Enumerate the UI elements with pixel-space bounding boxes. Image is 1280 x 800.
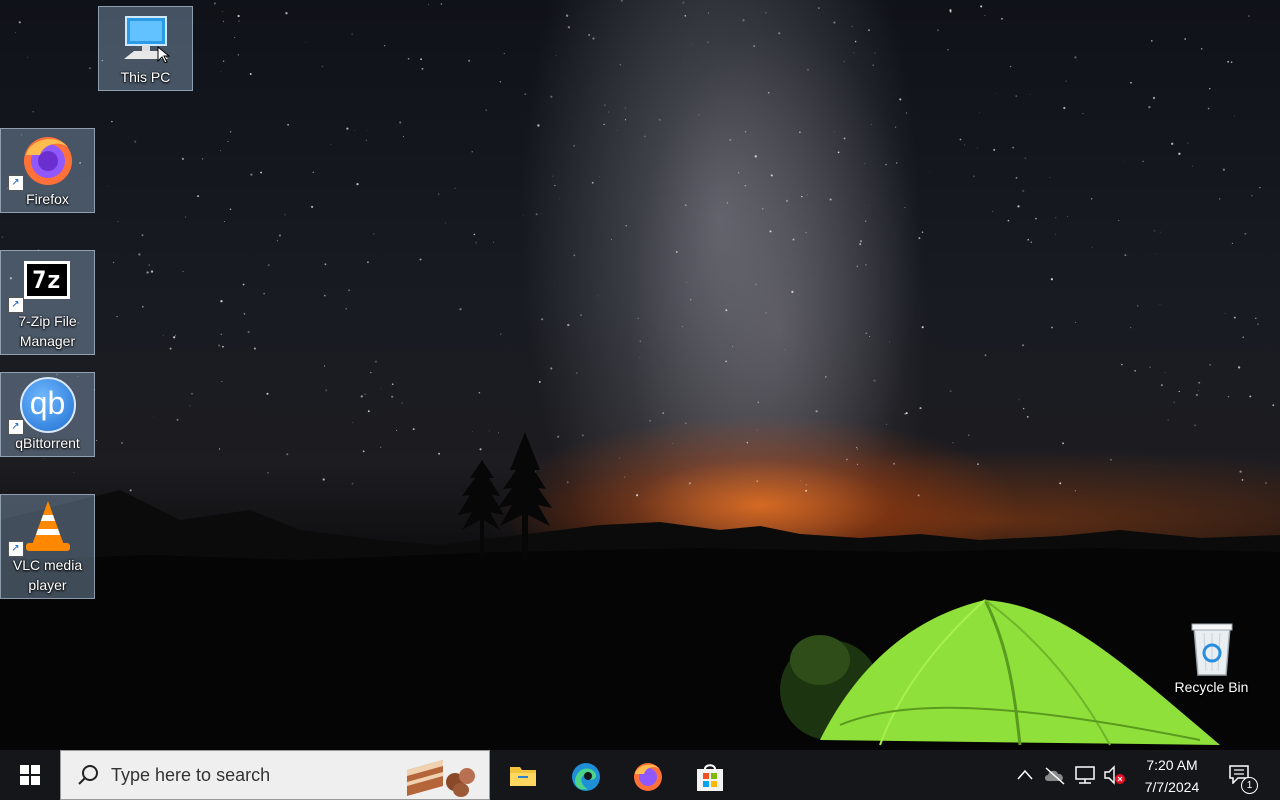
desktop-icon-7zip[interactable]: 7z ↗ 7-Zip File Manager — [0, 250, 95, 355]
taskbar: Type here to search 7:20 AM 7/7/2024 1 — [0, 750, 1280, 800]
desktop-icon-label: This PC — [120, 69, 171, 85]
network-icon[interactable] — [1074, 765, 1096, 785]
search-icon — [78, 765, 98, 785]
recycle-bin-icon — [1184, 621, 1240, 677]
desktop-icon-label: Firefox — [26, 191, 69, 207]
clock-date: 7/7/2024 — [1144, 779, 1200, 795]
volume-muted-icon[interactable] — [1103, 765, 1127, 785]
notification-count-badge: 1 — [1241, 777, 1258, 794]
desktop[interactable]: This PC ↗ Firefox 7z ↗ 7-Zip File Manage… — [0, 0, 1280, 750]
desktop-icon-vlc[interactable]: ↗ VLC media player — [0, 494, 95, 599]
taskbar-file-explorer[interactable] — [493, 750, 555, 800]
onedrive-offline-icon[interactable] — [1043, 765, 1067, 785]
qbittorrent-glyph-text: qb — [19, 377, 76, 433]
desktop-icon-label: VLC media player — [12, 557, 83, 593]
store-icon — [697, 764, 723, 791]
firefox-icon — [634, 763, 662, 791]
qbittorrent-icon: qb ↗ — [7, 377, 76, 435]
7zip-glyph-text: 7z — [23, 261, 70, 299]
shortcut-arrow-icon: ↗ — [7, 419, 24, 435]
taskbar-firefox[interactable] — [617, 750, 679, 800]
vlc-icon: ↗ — [7, 499, 76, 557]
taskbar-store[interactable] — [679, 750, 741, 800]
desktop-icon-this-pc[interactable]: This PC — [98, 6, 193, 91]
search-highlight-cake-icon — [407, 760, 475, 797]
wallpaper-landscape — [0, 432, 1280, 750]
7zip-icon: 7z ↗ — [7, 255, 76, 313]
clock[interactable]: 7:20 AM 7/7/2024 — [1130, 754, 1214, 798]
shortcut-arrow-icon: ↗ — [7, 541, 24, 557]
search-placeholder: Type here to search — [111, 765, 271, 785]
chevron-up-icon[interactable] — [1016, 765, 1034, 785]
shortcut-arrow-icon: ↗ — [7, 175, 24, 191]
windows-logo-icon — [20, 765, 40, 785]
taskbar-edge[interactable] — [555, 750, 617, 800]
desktop-icon-label: 7-Zip File Manager — [18, 313, 77, 349]
start-button[interactable] — [0, 750, 60, 800]
shortcut-arrow-icon: ↗ — [7, 297, 24, 313]
file-explorer-icon — [510, 767, 536, 786]
desktop-icon-qbittorrent[interactable]: qb ↗ qBittorrent — [0, 372, 95, 457]
desktop-icon-label: Recycle Bin — [1174, 679, 1249, 695]
this-pc-icon — [118, 11, 174, 67]
search-box[interactable]: Type here to search — [60, 750, 490, 800]
edge-icon — [572, 763, 600, 791]
firefox-icon: ↗ — [7, 133, 76, 191]
clock-time: 7:20 AM — [1146, 757, 1198, 773]
desktop-icon-label: qBittorrent — [15, 435, 80, 451]
desktop-icon-firefox[interactable]: ↗ Firefox — [0, 128, 95, 213]
desktop-icon-recycle-bin[interactable]: Recycle Bin — [1164, 617, 1259, 702]
